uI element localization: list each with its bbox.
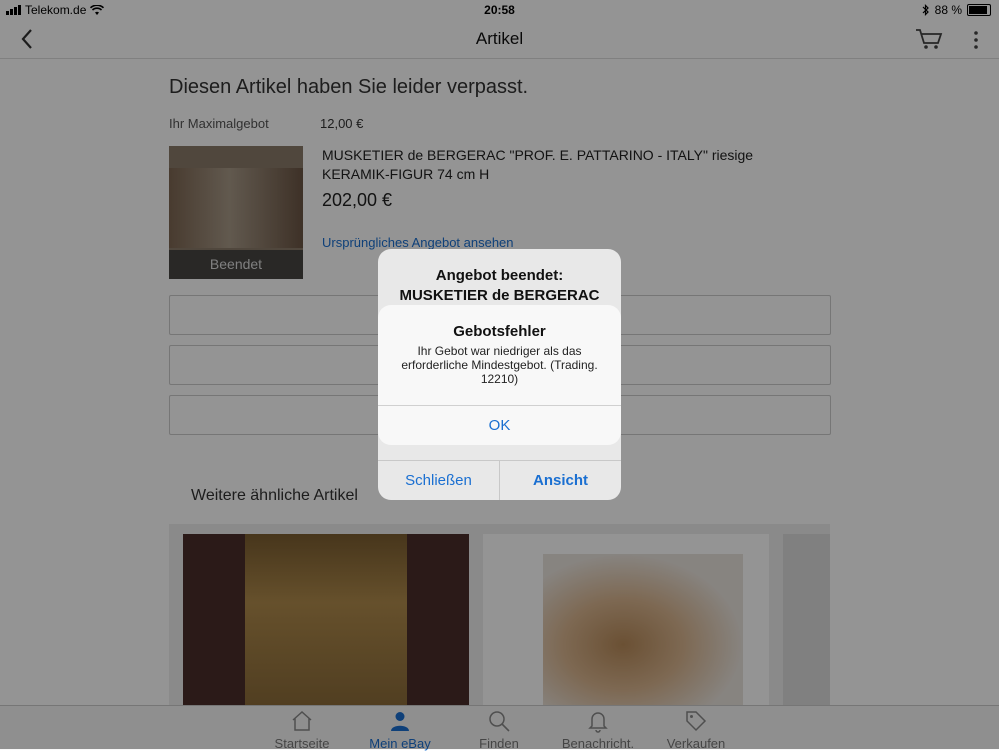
- alert-message: Ihr Gebot war niedriger als das erforder…: [401, 344, 598, 386]
- bid-error-alert: Gebotsfehler Ihr Gebot war niedriger als…: [378, 305, 621, 445]
- alert-title: Gebotsfehler: [453, 323, 546, 340]
- alert-button-row: Schließen Ansicht: [378, 460, 621, 500]
- alert-title: Angebot beendet:: [435, 267, 564, 284]
- view-button[interactable]: Ansicht: [500, 461, 621, 500]
- ok-button[interactable]: OK: [378, 405, 621, 445]
- close-button[interactable]: Schließen: [378, 461, 500, 500]
- alert-item-name: MUSKETIER de BERGERAC: [399, 287, 600, 304]
